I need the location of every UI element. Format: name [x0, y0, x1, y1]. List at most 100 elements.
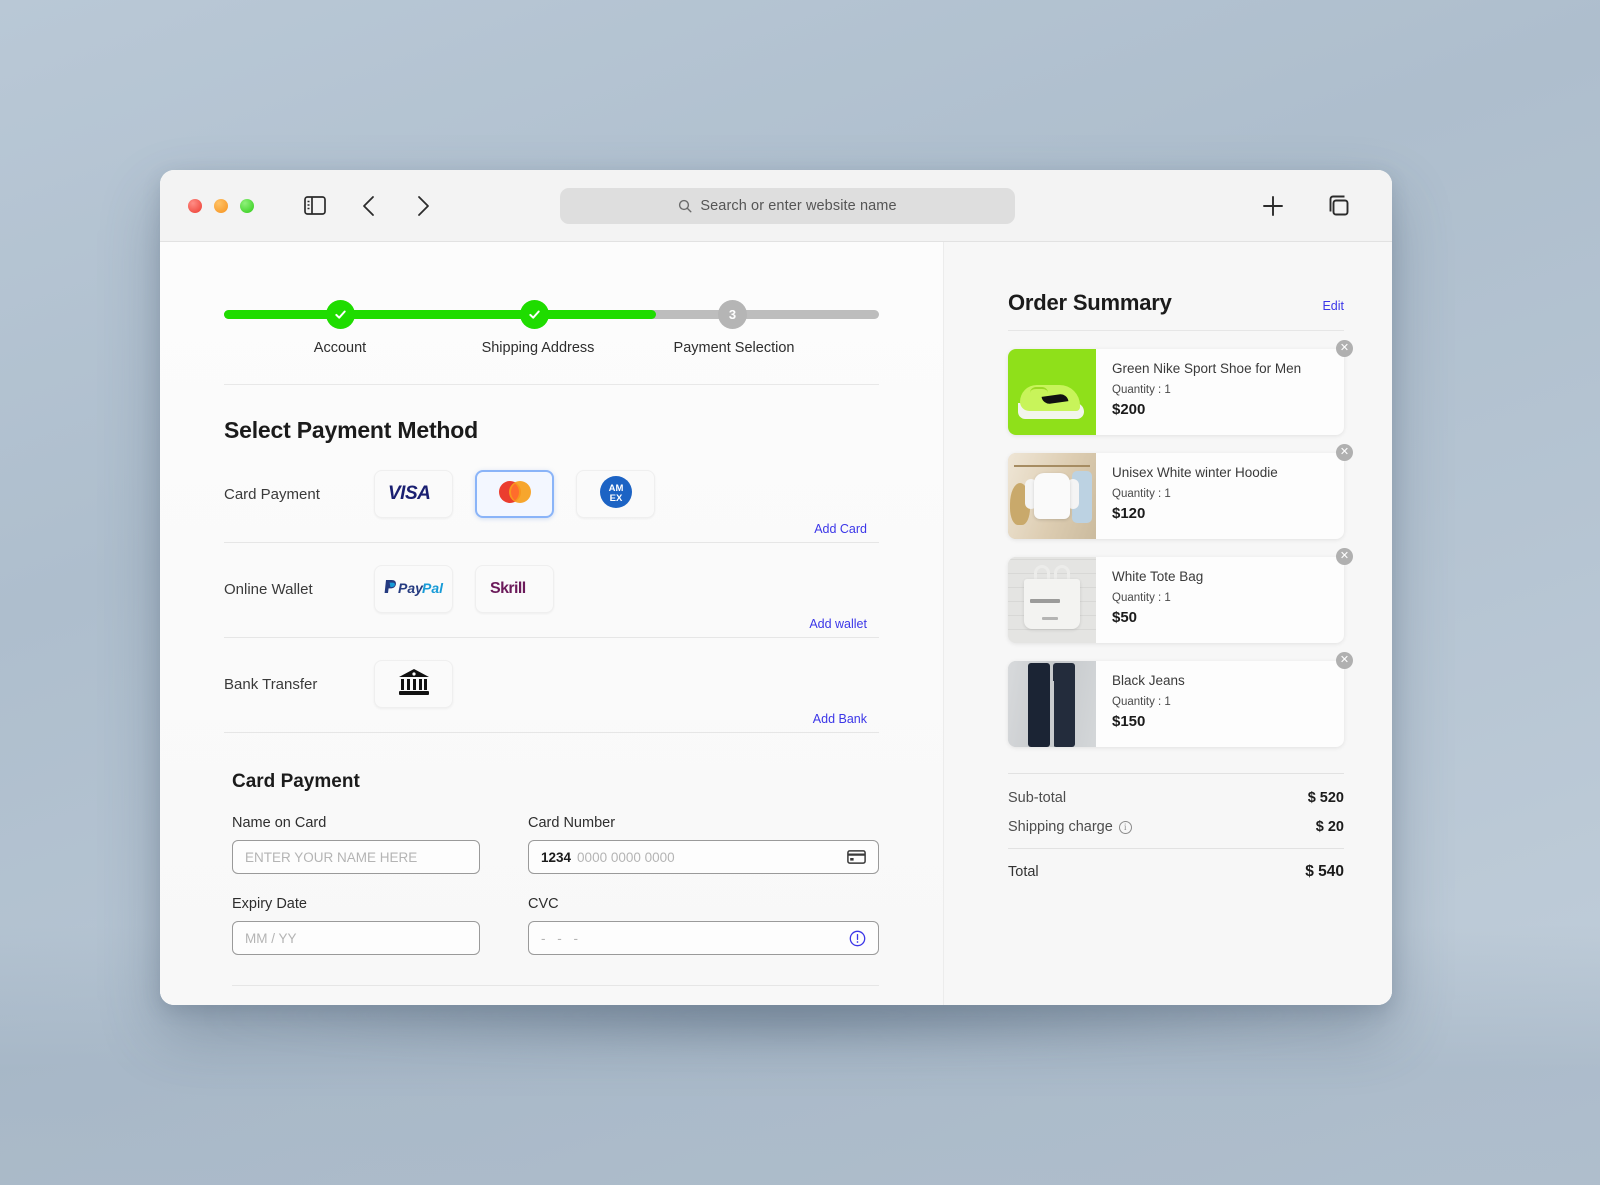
stepper-node-shipping[interactable]: [520, 300, 549, 329]
svg-text:EX: EX: [609, 493, 622, 504]
credit-card-icon: [847, 850, 866, 864]
name-on-card-placeholder: ENTER YOUR NAME HERE: [245, 849, 418, 865]
order-item-quantity: Quantity : 1: [1112, 384, 1171, 397]
stepper-label-account: Account: [313, 340, 367, 356]
shipping-charge-row: Shipping charge i $ 20: [1008, 819, 1344, 835]
chevron-left-icon[interactable]: [352, 189, 386, 223]
wallet-brand-options: Pay Pal Skrill: [374, 565, 554, 613]
order-item-price: $200: [1112, 401, 1146, 419]
card-number-prefix: 1234: [541, 849, 572, 865]
card-number-label: Card Number: [528, 815, 616, 831]
payment-group-label: Online Wallet: [224, 580, 313, 598]
bank-icon: [398, 667, 430, 702]
svg-text:VISA: VISA: [388, 483, 430, 502]
payment-option-bank[interactable]: [374, 660, 453, 708]
page-title: Select Payment Method: [224, 417, 478, 443]
subtotal-value: $ 520: [1307, 790, 1344, 806]
info-icon[interactable]: i: [1118, 820, 1132, 834]
copy-tabs-icon[interactable]: [1322, 189, 1356, 223]
svg-text:Pay: Pay: [398, 580, 424, 596]
card-form: Name on Card ENTER YOUR NAME HERE Card N…: [232, 815, 879, 955]
sidebar-icon[interactable]: [298, 189, 332, 223]
remove-item-button[interactable]: ✕: [1336, 340, 1353, 357]
field-name-on-card: Name on Card ENTER YOUR NAME HERE: [232, 815, 480, 874]
address-bar-placeholder: Search or enter website name: [700, 197, 897, 214]
checkout-stepper: Account Shipping Address 3 Payment Selec…: [224, 288, 879, 362]
divider-after-card: [224, 542, 879, 543]
card-form-title: Card Payment: [232, 771, 360, 792]
order-item[interactable]: White Tote Bag Quantity : 1 $50 ✕: [1008, 548, 1353, 643]
payment-option-skrill[interactable]: Skrill: [475, 565, 554, 613]
svg-text:Skrill: Skrill: [490, 580, 526, 597]
chevron-right-icon[interactable]: [406, 189, 440, 223]
cvc-input[interactable]: - - -: [528, 921, 879, 955]
totals-divider: [1008, 773, 1344, 774]
shipping-charge-label: Shipping charge: [1008, 819, 1113, 835]
order-items-list: Green Nike Sport Shoe for Men Quantity :…: [1008, 340, 1353, 747]
payment-option-mastercard[interactable]: [475, 470, 554, 518]
payment-group-bank: Bank Transfer: [224, 660, 879, 716]
order-summary-divider: [1008, 330, 1344, 331]
divider-after-wallet: [224, 637, 879, 638]
payment-group-card: Card Payment VISA AM EX: [224, 470, 879, 526]
order-item-price: $120: [1112, 505, 1146, 523]
order-item-name: Black Jeans: [1112, 673, 1185, 688]
address-bar[interactable]: Search or enter website name: [560, 187, 1015, 224]
remove-item-button[interactable]: ✕: [1336, 444, 1353, 461]
plus-icon[interactable]: [1256, 189, 1290, 223]
payment-option-paypal[interactable]: Pay Pal: [374, 565, 453, 613]
form-footer-divider: [232, 985, 879, 986]
product-thumbnail-shoe: [1008, 349, 1096, 435]
page-content: Account Shipping Address 3 Payment Selec…: [160, 242, 1392, 1005]
checkout-pane: Account Shipping Address 3 Payment Selec…: [160, 242, 943, 1005]
order-item-quantity: Quantity : 1: [1112, 696, 1171, 709]
name-on-card-label: Name on Card: [232, 815, 327, 831]
subtotal-label: Sub-total: [1008, 790, 1067, 806]
expiry-date-placeholder: MM / YY: [245, 930, 297, 946]
divider-after-bank: [224, 732, 879, 733]
browser-window: Search or enter website name Account Shi…: [160, 170, 1392, 1005]
stepper-divider: [224, 384, 879, 385]
payment-option-amex[interactable]: AM EX: [576, 470, 655, 518]
close-window-button[interactable]: [188, 198, 202, 213]
subtotal-row: Sub-total $ 520: [1008, 790, 1344, 806]
info-alert-icon[interactable]: [849, 930, 866, 947]
svg-text:Pal: Pal: [422, 580, 444, 596]
order-item-info: Unisex White winter Hoodie Quantity : 1 …: [1096, 453, 1290, 539]
mastercard-icon: [492, 478, 538, 511]
stepper-node-account[interactable]: [326, 300, 355, 329]
order-item-name: Green Nike Sport Shoe for Men: [1112, 361, 1302, 376]
field-card-number: Card Number 1234 0000 0000 0000: [528, 815, 879, 874]
payment-group-label: Card Payment: [224, 485, 320, 503]
order-item-quantity: Quantity : 1: [1112, 592, 1171, 605]
toolbar-nav-icons: [298, 189, 440, 223]
stepper-node-payment[interactable]: 3: [718, 300, 747, 329]
order-item-name: Unisex White winter Hoodie: [1112, 465, 1278, 480]
order-item[interactable]: Unisex White winter Hoodie Quantity : 1 …: [1008, 444, 1353, 539]
maximize-window-button[interactable]: [240, 198, 254, 213]
order-item-name: White Tote Bag: [1112, 569, 1204, 584]
order-summary-title: Order Summary: [1008, 290, 1172, 315]
grand-total-divider: [1008, 848, 1344, 849]
grand-total-label: Total: [1008, 864, 1039, 880]
edit-order-link[interactable]: Edit: [1322, 299, 1344, 313]
product-thumbnail-jeans: [1008, 661, 1096, 747]
order-item[interactable]: Green Nike Sport Shoe for Men Quantity :…: [1008, 340, 1353, 435]
order-item[interactable]: Black Jeans Quantity : 1 $150 ✕: [1008, 652, 1353, 747]
shipping-charge-label-wrap: Shipping charge i: [1008, 819, 1132, 835]
toolbar-right-icons: [1256, 189, 1356, 223]
minimize-window-button[interactable]: [214, 198, 228, 213]
order-summary-header: Order Summary Edit: [1008, 290, 1344, 316]
card-number-placeholder: 0000 0000 0000: [577, 849, 675, 865]
name-on-card-input[interactable]: ENTER YOUR NAME HERE: [232, 840, 480, 874]
card-number-input[interactable]: 1234 0000 0000 0000: [528, 840, 879, 874]
payment-option-visa[interactable]: VISA: [374, 470, 453, 518]
field-expiry-date: Expiry Date MM / YY: [232, 896, 480, 955]
payment-group-wallet: Online Wallet Pay Pal Skrill: [224, 565, 879, 621]
amex-icon: AM EX: [597, 473, 635, 516]
remove-item-button[interactable]: ✕: [1336, 652, 1353, 669]
remove-item-button[interactable]: ✕: [1336, 548, 1353, 565]
grand-total-value: $ 540: [1305, 863, 1344, 880]
bank-options: [374, 660, 453, 708]
expiry-date-input[interactable]: MM / YY: [232, 921, 480, 955]
